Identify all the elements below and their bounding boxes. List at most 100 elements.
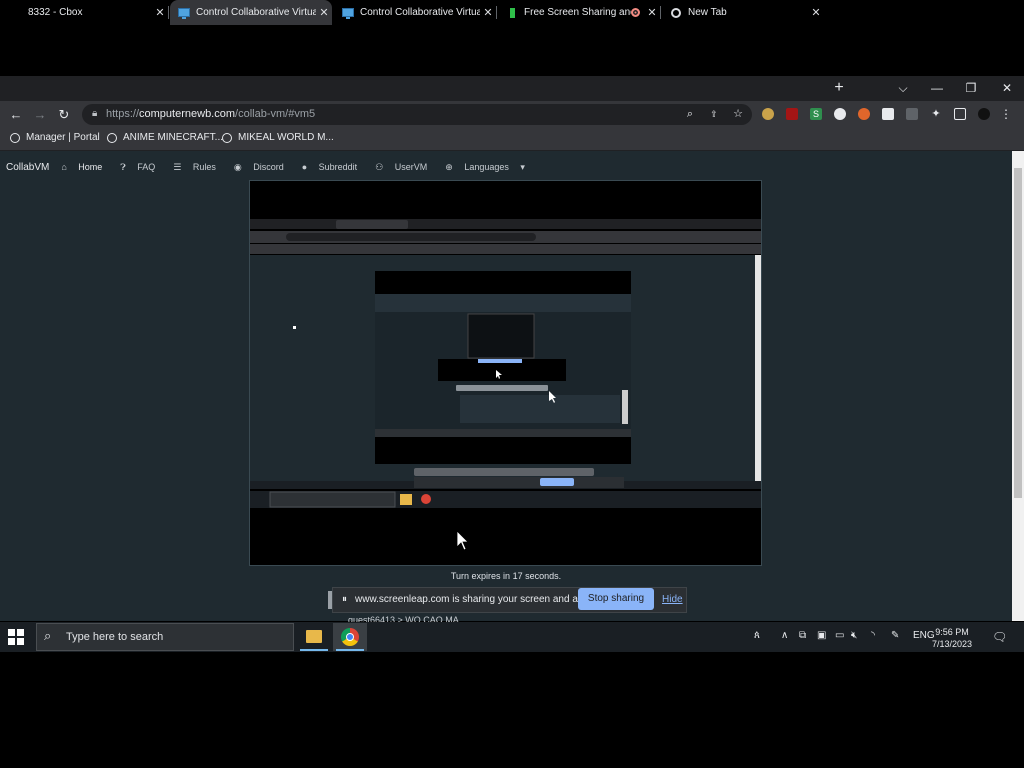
volume-muted-icon[interactable]: 🔇︎ — [851, 630, 857, 641]
bookmark-manager-portal[interactable]: Manager | Portal — [10, 132, 100, 143]
nav-rules[interactable]: ☰ Rules — [173, 162, 225, 173]
globe-icon — [222, 132, 232, 143]
home-icon: ⌂ — [61, 162, 70, 172]
wifi-icon[interactable]: ◝ — [871, 630, 875, 641]
camera-icon[interactable]: ▣ — [817, 630, 826, 641]
url-scheme: https:// — [106, 108, 140, 120]
tab-search-icon[interactable]: ⌵ — [886, 76, 920, 101]
nav-home[interactable]: ⌂ Home — [61, 162, 111, 172]
list-icon: ☰ — [173, 161, 184, 172]
bookmark-anime-minecraft[interactable]: ANIME MINECRAFT... — [107, 132, 223, 143]
bookmark-star-icon[interactable]: ☆ — [732, 108, 744, 120]
pen-icon[interactable]: ✎ — [891, 630, 899, 641]
bookmark-mikeal-world[interactable]: MIKEAL WORLD M... — [222, 132, 334, 143]
tab-title: New Tab — [688, 7, 727, 18]
nav-label: Home — [78, 162, 103, 172]
url-text[interactable]: https://computernewb.com/collab-vm/#vm5 — [106, 108, 315, 120]
fire-extension-icon[interactable] — [858, 108, 870, 120]
chrome-icon — [670, 7, 682, 19]
question-icon: ❓︎ — [120, 161, 129, 172]
screenleap-icon — [506, 7, 518, 19]
vm-screen[interactable] — [249, 180, 762, 566]
brand-logo[interactable]: CollabVM — [6, 162, 49, 173]
profile-avatar[interactable] — [978, 108, 990, 120]
nav-discord[interactable]: ◉ Discord — [234, 162, 293, 173]
close-tab-icon[interactable]: ✕ — [808, 6, 824, 19]
close-tab-icon[interactable]: ✕ — [644, 6, 660, 19]
collabvm-navbar: CollabVM ⌂ Home ❓︎ FAQ ☰ Rules ◉ Discord… — [0, 158, 543, 176]
notification-center-icon[interactable]: 🗨︎ — [992, 630, 1007, 644]
tab-strip — [0, 76, 1024, 101]
tab-title: Control Collaborative Virtual — [360, 7, 480, 18]
tab-collabvm[interactable]: Control Collaborative Virtual ✕ — [334, 0, 497, 25]
file-explorer-icon[interactable] — [297, 623, 331, 651]
nav-label: Rules — [192, 161, 216, 172]
globe-icon — [10, 132, 20, 143]
screen-share-message: www.screenleap.com is sharing your scree… — [355, 594, 600, 605]
pause-icon: ⏸︎ — [342, 594, 347, 605]
chevron-up-icon[interactable]: ∧ — [781, 630, 788, 641]
bookmark-label: MIKEAL WORLD M... — [238, 132, 334, 143]
search-icon: ⌕ — [44, 628, 52, 643]
recording-icon — [631, 8, 640, 17]
zoom-search-icon[interactable]: ⌕ — [684, 108, 696, 120]
bookmark-label: Manager | Portal — [26, 132, 100, 143]
reload-icon[interactable]: ↻ — [52, 101, 76, 128]
menu-kebab-icon[interactable]: ⋮ — [1000, 108, 1012, 120]
meet-now-icon[interactable]: ⧉ — [799, 630, 806, 641]
monitor-icon — [178, 7, 190, 19]
nav-languages[interactable]: ⊕ Languages ▾ — [445, 162, 534, 173]
share-icon[interactable]: ⇪ — [708, 108, 720, 120]
taskbar-search-placeholder: Type here to search — [66, 631, 164, 643]
hide-button[interactable]: Hide — [662, 594, 683, 605]
s-extension-icon[interactable]: S — [810, 108, 822, 120]
minimize-button[interactable]: — — [920, 76, 954, 101]
monitor-icon — [342, 7, 354, 19]
puzzle-extensions-icon[interactable]: ✦ — [930, 108, 942, 120]
incognito-extension-icon[interactable] — [906, 108, 918, 120]
url-domain: computernewb.com — [139, 108, 236, 120]
taskbar-clock[interactable]: 9:56 PM 7/13/2023 — [928, 626, 976, 650]
cookie-extension-icon[interactable] — [762, 108, 774, 120]
extension-icon[interactable] — [834, 108, 846, 120]
side-panel-icon[interactable] — [954, 108, 966, 120]
user-icon: ⚇ — [375, 161, 386, 172]
chrome-taskbar-icon[interactable] — [333, 623, 367, 651]
clock-time: 9:56 PM — [935, 627, 969, 637]
tab-screenleap[interactable]: Free Screen Sharing and ✕ — [498, 0, 661, 25]
ublock-extension-icon[interactable] — [786, 108, 798, 120]
people-icon[interactable]: ጰ — [754, 630, 760, 641]
forward-arrow-icon[interactable]: → — [28, 101, 52, 128]
turn-timer-text: Turn expires in 17 seconds. — [450, 571, 562, 581]
nav-uservm[interactable]: ⚇ UserVM — [375, 162, 436, 173]
tab-new[interactable]: New Tab ✕ — [662, 0, 824, 25]
url-path: /collab-vm/#vm5 — [235, 108, 316, 120]
nav-label: FAQ — [137, 161, 156, 172]
new-tab-button[interactable]: + — [822, 76, 856, 101]
close-window-button[interactable]: ✕ — [990, 76, 1024, 101]
globe-icon: ⊕ — [445, 161, 456, 172]
nav-label: Discord — [253, 161, 284, 172]
restore-button[interactable]: ❐ — [954, 76, 988, 101]
stop-sharing-button[interactable]: Stop sharing — [578, 588, 654, 610]
scrollbar-thumb[interactable] — [1014, 168, 1022, 498]
back-arrow-icon[interactable]: ← — [4, 101, 28, 128]
document-extension-icon[interactable] — [882, 108, 894, 120]
close-tab-icon[interactable]: ✕ — [316, 6, 332, 19]
vm-display-content — [250, 219, 761, 551]
discord-icon: ◉ — [233, 161, 245, 172]
nav-subreddit[interactable]: ● Subreddit — [302, 162, 366, 172]
tab-title: Control Collaborative Virtual — [196, 7, 316, 18]
tab-title: Free Screen Sharing and — [524, 7, 631, 18]
nav-label: UserVM — [394, 161, 428, 172]
lock-icon[interactable]: 🔒︎ — [92, 108, 97, 119]
globe-icon — [107, 132, 117, 143]
battery-icon[interactable]: ▭ — [835, 630, 844, 641]
caret-down-icon: ▾ — [517, 161, 525, 172]
nav-faq[interactable]: ❓︎ FAQ — [120, 162, 164, 173]
tab-collabvm-active[interactable]: Control Collaborative Virtual ✕ — [170, 0, 332, 25]
close-tab-icon[interactable]: ✕ — [480, 6, 496, 19]
windows-start-icon[interactable] — [8, 629, 24, 645]
close-tab-icon[interactable]: ✕ — [152, 6, 168, 19]
tab-cbox[interactable]: 8332 - Cbox ✕ — [2, 0, 169, 25]
